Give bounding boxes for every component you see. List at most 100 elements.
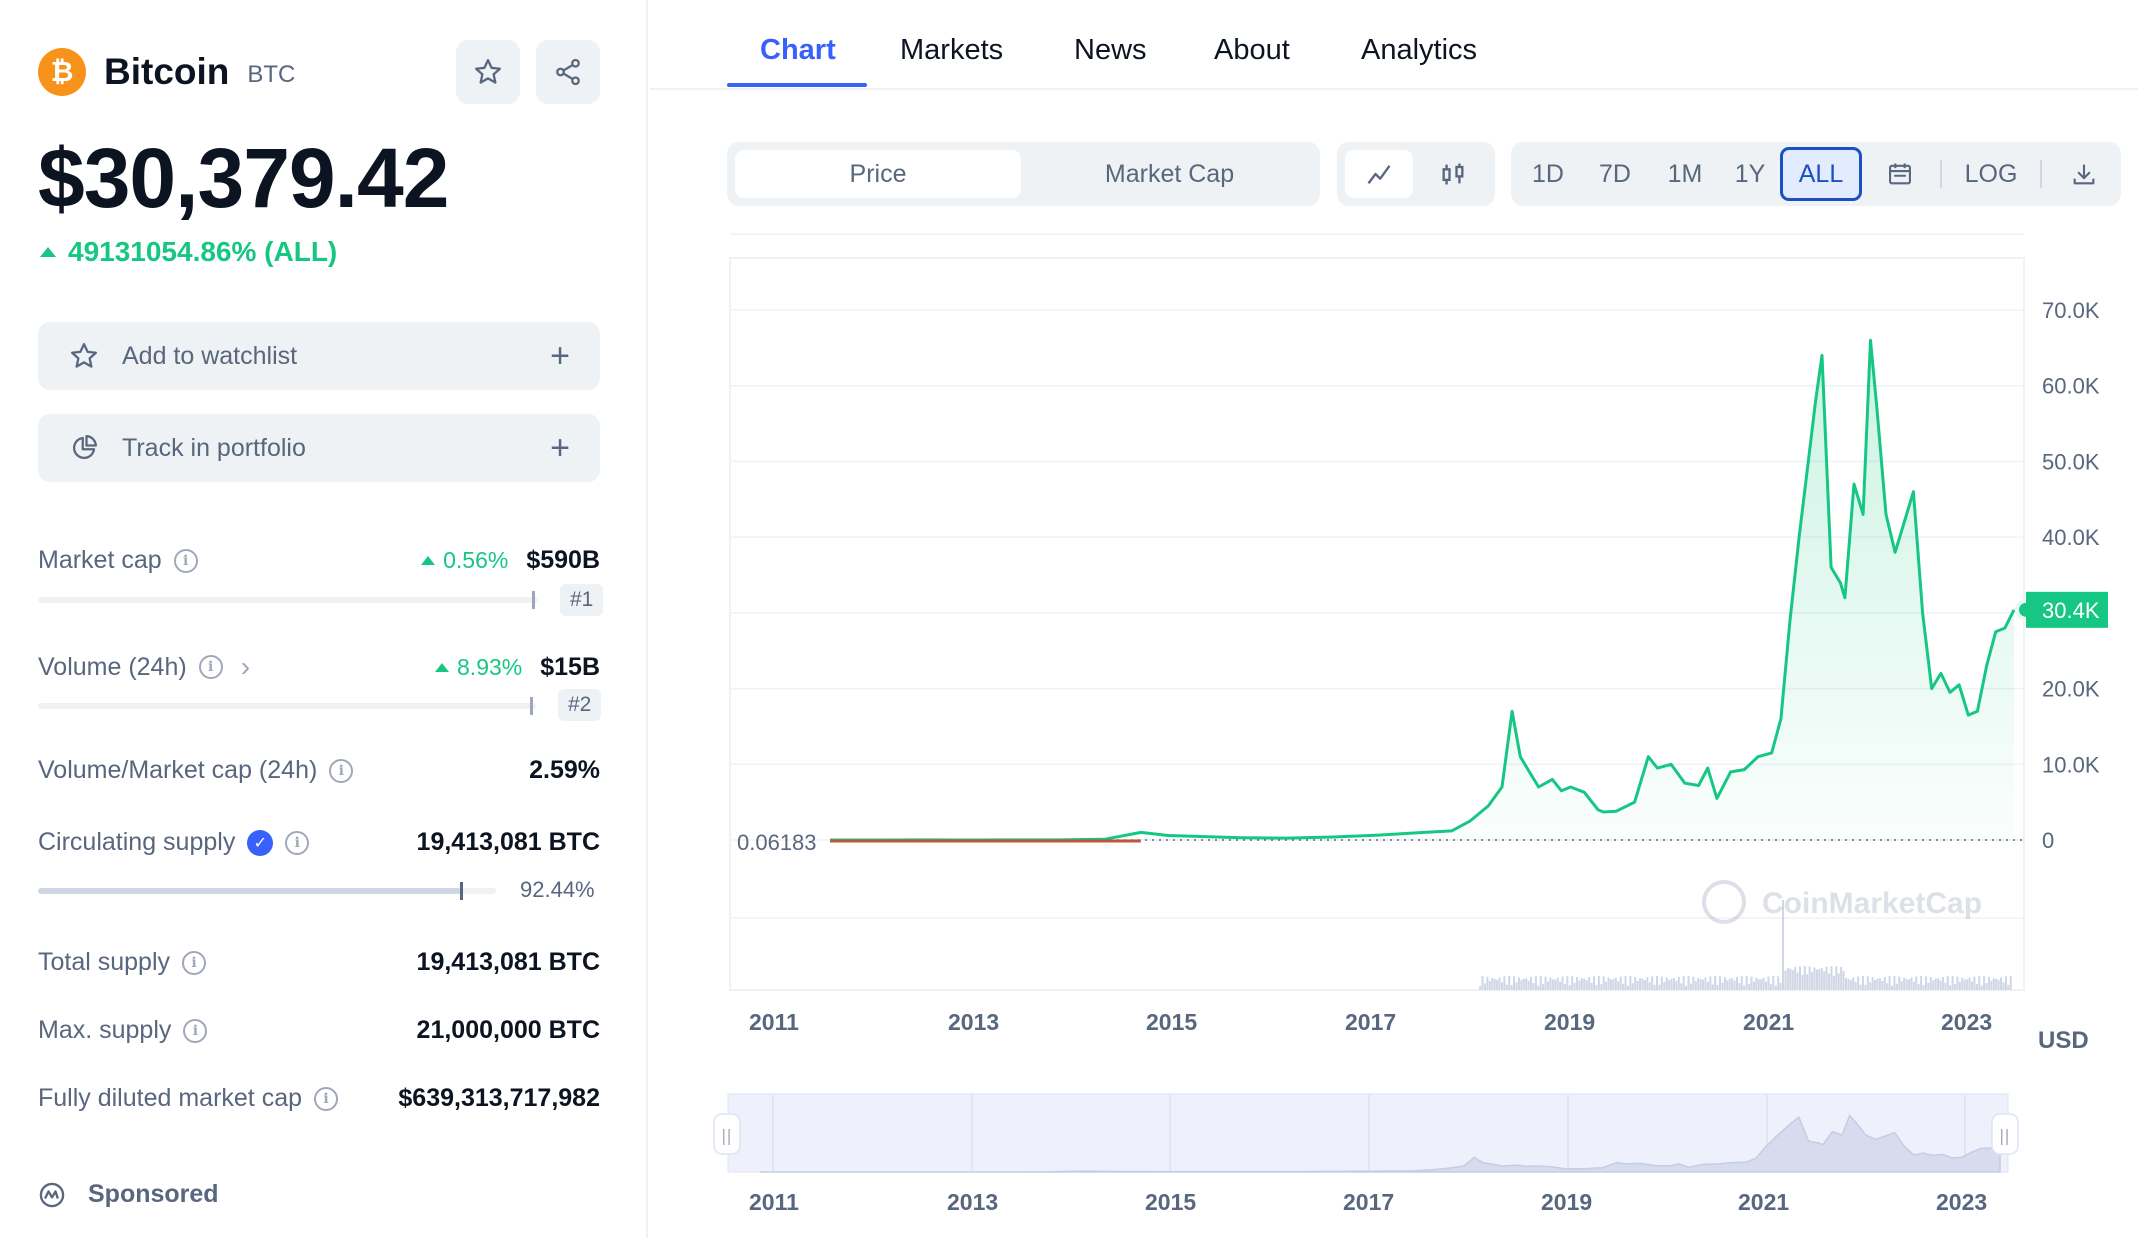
volume-bar: [1549, 977, 1552, 990]
volume-bar: [1714, 976, 1717, 990]
volume-bar: [1479, 986, 1482, 990]
price-chart[interactable]: 0 10.0K 20.0K 40.0K 50.0K 60.0K 70.0K 30.4K 0.06…: [0, 0, 2138, 1238]
volume-bar: [1907, 979, 1910, 990]
volume-bar: [1498, 977, 1501, 990]
volume-bar: [1646, 977, 1649, 990]
volume-bar: [1486, 976, 1489, 990]
volume-bar: [1716, 985, 1719, 990]
volume-bar: [1622, 983, 1625, 990]
volume-bar: [1571, 976, 1574, 990]
volume-bar: [1559, 981, 1562, 990]
volume-bar: [1803, 966, 1806, 990]
volume-bar: [1554, 979, 1557, 990]
volume-bar: [1551, 979, 1554, 990]
volume-bar: [1828, 973, 1831, 990]
volume-bar: [1970, 981, 1973, 990]
volume-bar: [1517, 977, 1520, 990]
y-tick-label: 40.0K: [2042, 525, 2100, 550]
coinmarketcap-watermark-icon: [1702, 880, 1746, 924]
volume-bar: [1883, 976, 1886, 990]
volume-bar: [1823, 971, 1826, 990]
volume-bar: [1590, 982, 1593, 990]
volume-bar: [1878, 978, 1881, 990]
volume-bar: [1837, 973, 1840, 990]
volume-bar: [1808, 966, 1811, 990]
volume-bar: [1740, 976, 1743, 990]
volume-bar: [1651, 976, 1654, 990]
volume-bar: [1605, 981, 1608, 990]
x-tick-label: 2013: [948, 1009, 999, 1035]
volume-bar: [1849, 979, 1852, 990]
volume-bar: [1813, 967, 1816, 990]
volume-bar: [1709, 976, 1712, 990]
volume-bar: [1835, 966, 1838, 990]
volume-bar: [1719, 976, 1722, 990]
volume-bar: [1481, 976, 1484, 990]
volume-bar: [1937, 978, 1940, 990]
volume-bar: [1515, 982, 1518, 990]
volume-bar: [1692, 976, 1695, 990]
volume-bar: [1881, 980, 1884, 990]
volume-bar: [1527, 980, 1530, 990]
price-area-fill: [830, 340, 2014, 840]
volume-bar: [1665, 977, 1668, 990]
volume-bar: [1670, 978, 1673, 990]
volume-bar: [1985, 983, 1988, 990]
volume-bar: [1786, 968, 1789, 990]
volume-bar: [1629, 976, 1632, 990]
volume-bar: [1784, 970, 1787, 990]
volume-bar: [1954, 984, 1957, 990]
volume-bar: [1760, 979, 1763, 990]
volume-bar: [1900, 981, 1903, 990]
volume-bar: [1597, 976, 1600, 990]
coinmarketcap-watermark: CoinMarketCap: [1702, 880, 1982, 924]
volume-bar: [1966, 979, 1969, 990]
volume-bar: [1791, 970, 1794, 990]
volume-bar: [1656, 976, 1659, 990]
volume-bar: [1975, 983, 1978, 990]
range-navigator[interactable]: || || 2011 2013 2015 2017 2019 2021 2023: [713, 1093, 2019, 1215]
volume-bar: [1990, 980, 1993, 990]
volume-bar: [1777, 976, 1780, 990]
volume-bar: [1626, 985, 1629, 990]
volume-bar: [1648, 982, 1651, 990]
volume-bar: [1672, 978, 1675, 990]
volume-bar: [1602, 976, 1605, 990]
volume-bar: [1568, 985, 1571, 990]
volume-bar: [1578, 980, 1581, 990]
y-tick-label: 10.0K: [2042, 752, 2100, 777]
volume-bar: [1546, 981, 1549, 990]
volume-bar: [1992, 978, 1995, 990]
volume-bar: [1857, 976, 1860, 990]
volume-bar: [1794, 967, 1797, 990]
volume-bar: [1585, 980, 1588, 990]
volume-bar: [1680, 983, 1683, 990]
volume-bar: [1818, 969, 1821, 990]
volume-bar: [2000, 977, 2003, 990]
drag-handle-icon: ||: [1999, 1126, 2010, 1145]
volume-bar: [1987, 976, 1990, 990]
navigator-year-label: 2011: [749, 1189, 799, 1215]
volume-bar: [1614, 977, 1617, 990]
volume-bar: [1483, 983, 1486, 990]
volume-bar: [1924, 976, 1927, 990]
volume-bar: [1869, 982, 1872, 990]
volume-bar: [1723, 977, 1726, 990]
volume-bar: [1951, 976, 1954, 990]
volume-bar: [1687, 976, 1690, 990]
volume-bar: [1922, 985, 1925, 990]
volume-bar: [1779, 982, 1782, 990]
volume-bar: [1566, 976, 1569, 990]
volume-bar: [1508, 976, 1511, 990]
volume-bar: [1796, 972, 1799, 990]
volume-bar: [1668, 979, 1671, 990]
volume-bar: [1544, 976, 1547, 990]
start-price-label: 0.06183: [737, 830, 817, 855]
volume-bar: [1876, 978, 1879, 990]
volume-bar: [1735, 976, 1738, 990]
volume-bar: [1636, 980, 1639, 990]
volume-bar: [1743, 985, 1746, 990]
volume-bar: [1980, 985, 1983, 990]
volume-bar: [1576, 977, 1579, 990]
volume-bar: [1573, 982, 1576, 990]
